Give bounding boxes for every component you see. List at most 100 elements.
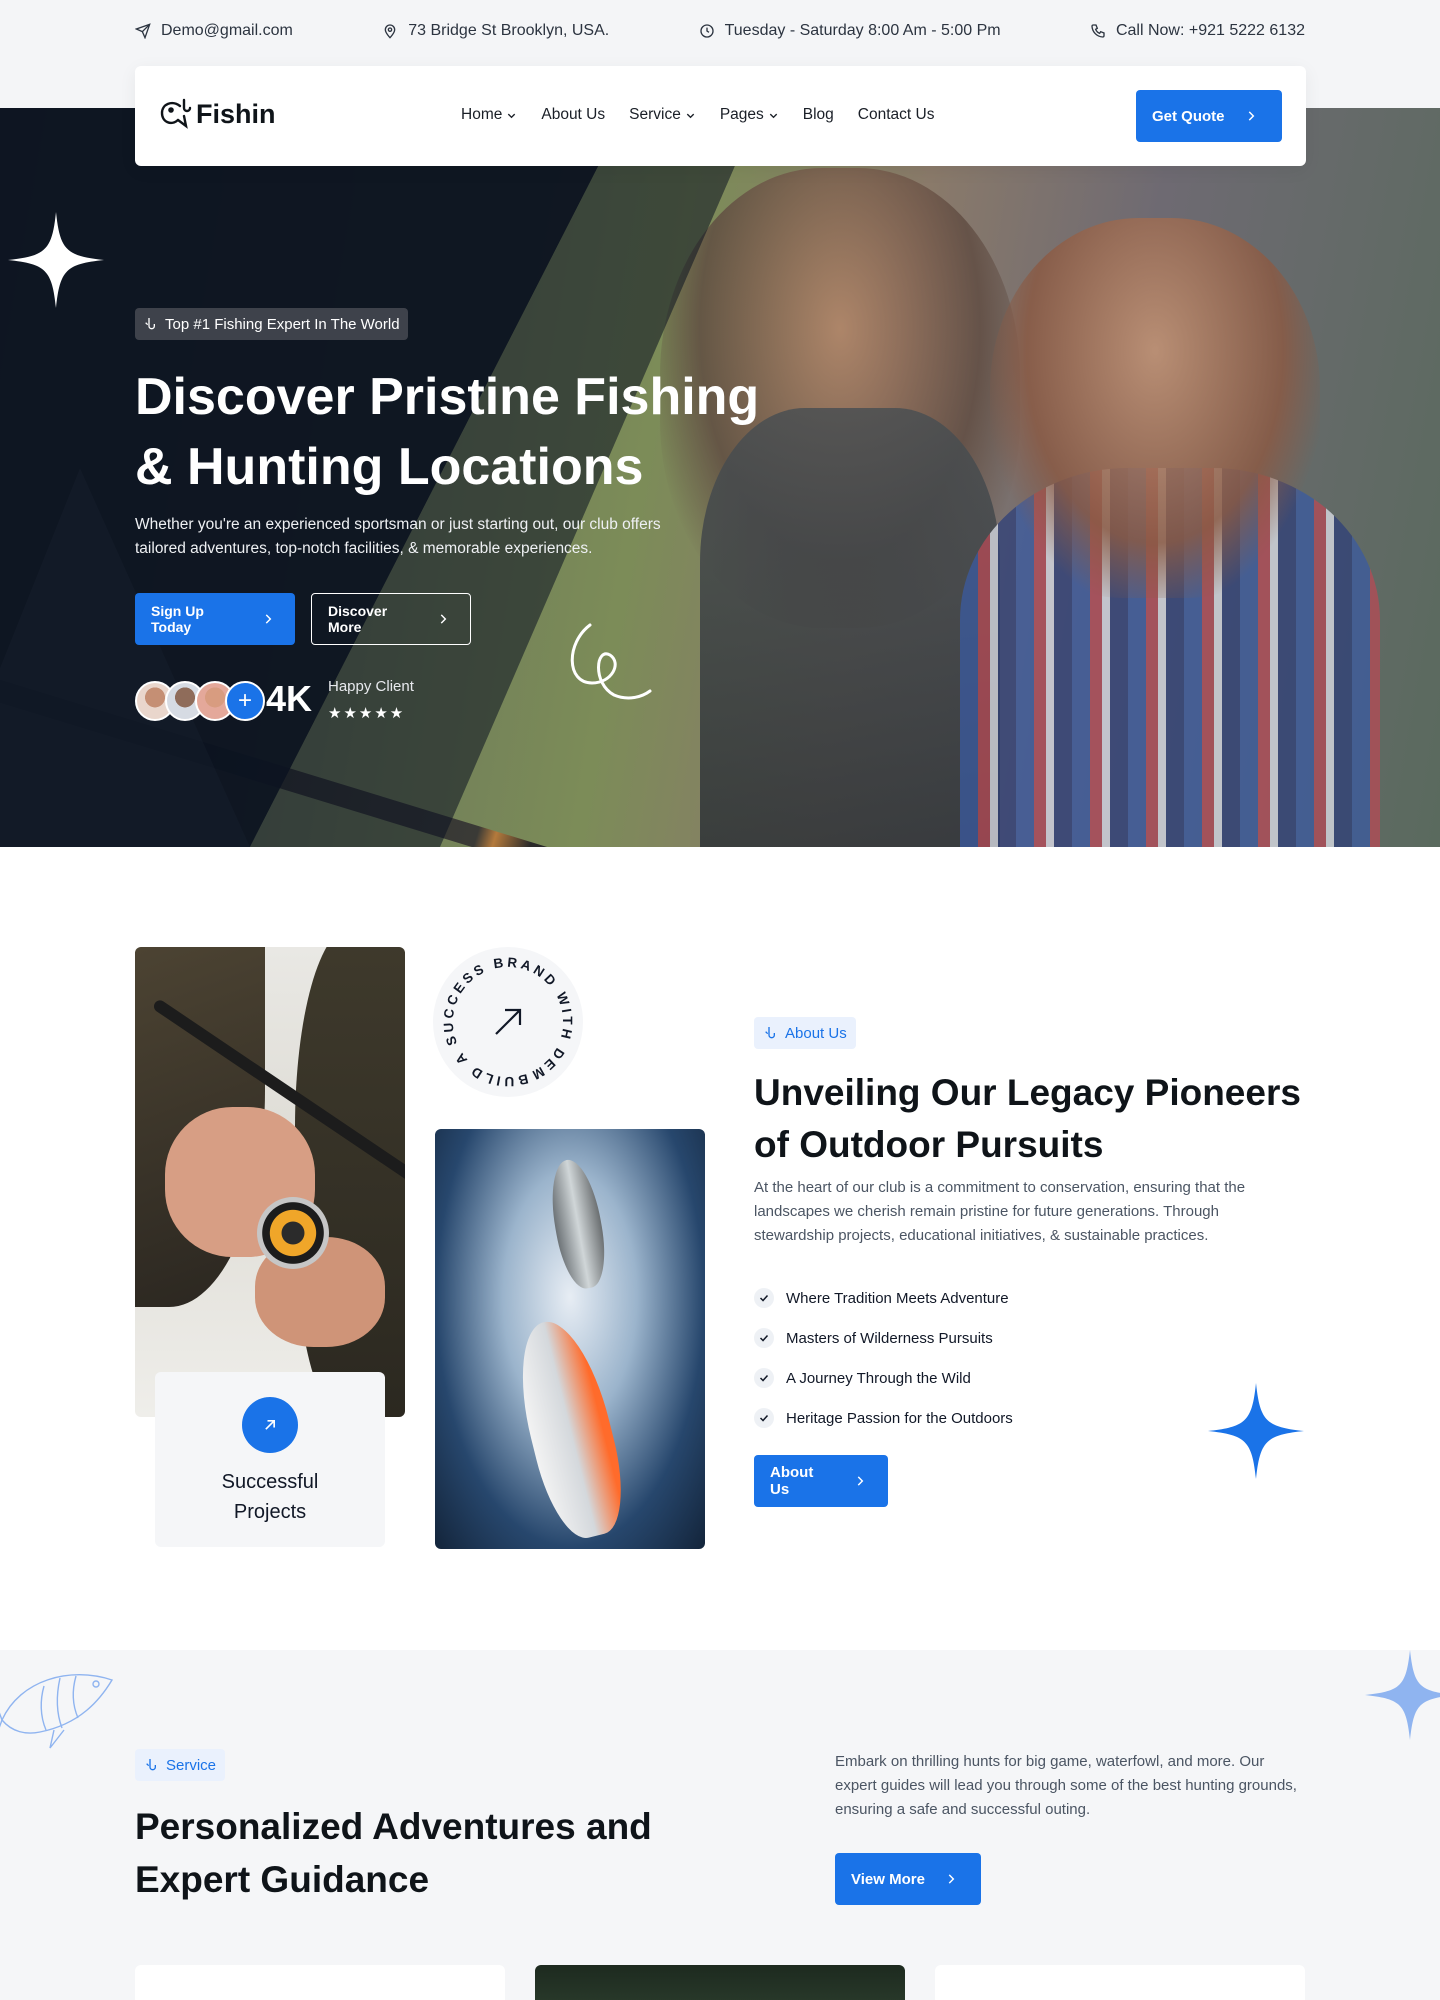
discover-more-button[interactable]: Discover More: [311, 593, 471, 645]
list-item-label: Where Tradition Meets Adventure: [786, 1289, 1009, 1307]
chevron-right-icon: [432, 607, 454, 631]
list-item: A Journey Through the Wild: [754, 1358, 1013, 1398]
service-card[interactable]: [535, 1965, 905, 2000]
about-description: At the heart of our club is a commitment…: [754, 1179, 1246, 1244]
sign-up-label: Sign Up Today: [151, 603, 204, 635]
hero-badge: Top #1 Fishing Expert In The World: [135, 308, 408, 340]
nav-item-label: Pages: [719, 106, 764, 123]
topbar-address: 73 Bridge St Brooklyn, USA.: [382, 22, 609, 40]
successful-projects-text: Successful Projects: [155, 1467, 385, 1527]
service-section: Service Personalized Adventures and Expe…: [0, 1650, 1440, 2000]
check-icon: [754, 1328, 774, 1348]
nav-item-label: Contact Us: [857, 106, 935, 123]
success-line-2: Projects: [233, 1501, 307, 1523]
lure-shape: [544, 1155, 612, 1293]
nav-menu: Home About Us Service Pages Blog Contact…: [461, 106, 934, 124]
chevron-right-icon: [1239, 104, 1263, 128]
fish-icon: [0, 1674, 114, 1749]
arrow-up-right-icon: [495, 1008, 522, 1035]
service-title: Personalized Adventures and Expert Guida…: [135, 1806, 652, 1900]
main-navbar: Fishin Home About Us Service Pages Blog …: [135, 66, 1306, 166]
list-item: Where Tradition Meets Adventure: [754, 1278, 1013, 1318]
map-pin-icon: [384, 24, 396, 39]
topbar-phone[interactable]: Call Now: +921 5222 6132: [1090, 22, 1305, 40]
clock-icon: [699, 24, 714, 38]
chevron-right-icon: [939, 1867, 963, 1891]
about-checklist: Where Tradition Meets Adventure Masters …: [754, 1278, 1013, 1438]
hero-boy-figure: [990, 218, 1320, 598]
rotating-brand-badge[interactable]: BUILD A SUCCESS BRAND WITH DEMOUI: [403, 936, 599, 1129]
about-us-button[interactable]: About Us: [754, 1455, 888, 1507]
service-card[interactable]: [935, 1965, 1305, 2000]
view-more-button[interactable]: View More: [835, 1853, 981, 1905]
chevron-down-icon: [769, 113, 777, 118]
nav-item-pages[interactable]: Pages: [720, 106, 779, 124]
list-item-label: Heritage Passion for the Outdoors: [786, 1409, 1013, 1427]
about-us-label: About Us: [770, 1464, 814, 1498]
nav-item-service[interactable]: Service: [629, 106, 696, 124]
service-badge: Service: [135, 1749, 226, 1781]
send-icon: [135, 23, 151, 39]
about-title: Unveiling Our Legacy Pioneers of Outdoor…: [754, 1072, 1301, 1165]
client-avatars: +: [135, 681, 265, 721]
happy-client-label: Happy Client: [328, 678, 414, 695]
sign-up-button[interactable]: Sign Up Today: [135, 593, 295, 645]
nav-item-label: Home: [461, 106, 503, 123]
topbar-hours: Tuesday - Saturday 8:00 Am - 5:00 Pm: [699, 22, 1001, 40]
get-quote-label: Get Quote: [1152, 107, 1225, 125]
site-logo[interactable]: Fishin: [158, 96, 276, 132]
logo-text: Fishin: [196, 98, 276, 129]
about-badge-text: About Us: [785, 1024, 847, 1042]
hero-subtitle: Whether you're an experienced sportsman …: [135, 516, 661, 557]
plus-icon[interactable]: +: [225, 681, 265, 721]
nav-item-about[interactable]: About Us: [541, 106, 605, 124]
service-description: Embark on thrilling hunts for big game, …: [835, 1753, 1297, 1818]
service-card[interactable]: [135, 1965, 505, 2000]
reel-spool-shape: [257, 1197, 329, 1269]
fishing-hook-icon: [145, 318, 155, 330]
list-item-label: A Journey Through the Wild: [786, 1369, 971, 1387]
chevron-down-icon: [508, 113, 516, 118]
list-item-label: Masters of Wilderness Pursuits: [786, 1329, 993, 1347]
about-section: Successful Projects BUILD A SUCCESS BRAN…: [0, 847, 1440, 1650]
topbar-phone-text: Call Now: +921 5222 6132: [1115, 22, 1305, 39]
fishing-hook-icon: [765, 1027, 775, 1039]
signature-icon: [570, 623, 652, 700]
nav-item-home[interactable]: Home: [461, 106, 517, 124]
phone-icon: [1091, 24, 1105, 38]
check-icon: [754, 1368, 774, 1388]
check-icon: [754, 1408, 774, 1428]
nav-item-blog[interactable]: Blog: [803, 106, 834, 124]
list-item: Heritage Passion for the Outdoors: [754, 1398, 1013, 1438]
view-more-label: View More: [851, 1870, 925, 1888]
nav-item-label: Service: [629, 106, 681, 123]
sparkle-icon: [1365, 1650, 1440, 1740]
fishing-lure-image: [435, 1129, 705, 1549]
arrow-up-right-icon[interactable]: [242, 1397, 298, 1453]
nav-item-label: About Us: [541, 106, 606, 123]
about-badge: About Us: [754, 1017, 856, 1049]
topbar-hours-text: Tuesday - Saturday 8:00 Am - 5:00 Pm: [724, 22, 1001, 39]
hero-section: Top #1 Fishing Expert In The World Disco…: [0, 108, 1440, 847]
success-line-1: Successful: [221, 1471, 319, 1493]
successful-projects-card: Successful Projects: [155, 1372, 385, 1547]
fish-logo-icon: [160, 98, 192, 129]
get-quote-button[interactable]: Get Quote: [1136, 90, 1282, 142]
hero-badge-text: Top #1 Fishing Expert In The World: [165, 315, 400, 333]
list-item: Masters of Wilderness Pursuits: [754, 1318, 1013, 1358]
happy-client-count: 4K: [266, 678, 313, 719]
caught-fish-shape: [504, 1312, 636, 1546]
discover-more-label: Discover More: [328, 603, 388, 635]
topbar-email-text: Demo@gmail.com: [161, 22, 293, 39]
rotating-text-ring: BUILD A SUCCESS BRAND WITH DEMOUI: [403, 936, 599, 1129]
topbar-email[interactable]: Demo@gmail.com: [135, 22, 293, 40]
sparkle-icon: [1208, 1383, 1304, 1479]
topbar-address-text: 73 Bridge St Brooklyn, USA.: [408, 22, 610, 39]
service-badge-text: Service: [166, 1756, 217, 1774]
hero-title: Discover Pristine Fishing & Hunting Loca…: [135, 368, 760, 496]
nav-item-label: Blog: [802, 106, 834, 123]
fishing-reel-image: [135, 947, 405, 1417]
rating-stars: ★★★★★: [328, 705, 406, 722]
nav-item-contact[interactable]: Contact Us: [858, 106, 935, 124]
chevron-down-icon: [686, 113, 695, 118]
